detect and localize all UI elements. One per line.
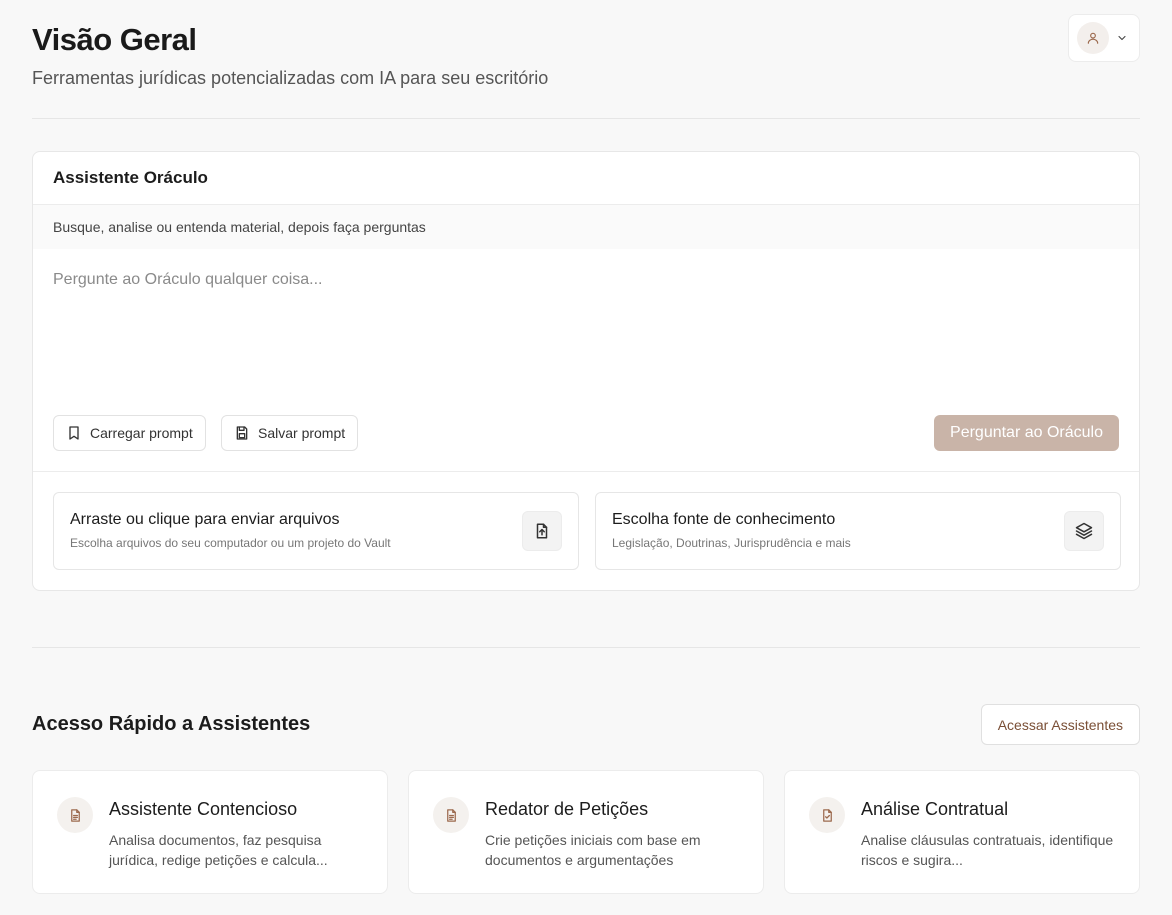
document-check-icon — [809, 797, 845, 833]
save-icon — [236, 426, 248, 440]
page-title: Visão Geral — [32, 22, 197, 57]
save-prompt-label: Salvar prompt — [258, 425, 346, 441]
save-prompt-button[interactable]: Salvar prompt — [221, 415, 359, 451]
upload-subtitle: Escolha arquivos do seu computador ou um… — [70, 536, 391, 550]
oracle-divider — [33, 471, 1139, 472]
load-prompt-label: Carregar prompt — [90, 425, 193, 441]
assistant-card-contencioso[interactable]: Assistente Contencioso Analisa documento… — [32, 770, 388, 894]
document-icon — [433, 797, 469, 833]
section-divider — [32, 647, 1140, 648]
assistant-card-title: Análise Contratual — [861, 799, 1009, 819]
oracle-assistant-panel: Assistente Oráculo Busque, analise ou en… — [32, 151, 1140, 591]
avatar — [1077, 22, 1109, 54]
assistant-card-title: Assistente Contencioso — [109, 799, 298, 819]
header-divider — [32, 118, 1140, 119]
user-icon — [1087, 32, 1099, 44]
oracle-title: Assistente Oráculo — [53, 168, 208, 187]
oracle-question-input[interactable] — [33, 249, 1139, 389]
access-assistants-button[interactable]: Acessar Assistentes — [980, 704, 1140, 745]
bookmark-icon — [69, 426, 79, 440]
knowledge-source-selector[interactable]: Escolha fonte de conhecimento Legislação… — [595, 492, 1121, 570]
ask-oracle-button[interactable]: Perguntar ao Oráculo — [934, 415, 1119, 451]
page-subtitle: Ferramentas jurídicas potencializadas co… — [32, 68, 549, 88]
file-upload-icon — [522, 511, 562, 551]
load-prompt-button[interactable]: Carregar prompt — [53, 415, 206, 451]
knowledge-subtitle: Legislação, Doutrinas, Jurisprudência e … — [612, 536, 851, 550]
document-icon — [57, 797, 93, 833]
quick-access-title: Acesso Rápido a Assistentes — [32, 713, 311, 735]
chevron-down-icon — [1115, 32, 1129, 44]
assistant-card-redator[interactable]: Redator de Petições Crie petições inicia… — [408, 770, 764, 894]
oracle-description: Busque, analise ou entenda material, dep… — [33, 205, 1139, 249]
assistant-card-description: Analise cláusulas contratuais, identifiq… — [861, 832, 1114, 868]
assistant-card-title: Redator de Petições — [485, 799, 649, 819]
file-upload-dropzone[interactable]: Arraste ou clique para enviar arquivos E… — [53, 492, 579, 570]
knowledge-title: Escolha fonte de conhecimento — [612, 511, 836, 528]
oracle-header: Assistente Oráculo — [33, 152, 1139, 205]
upload-title: Arraste ou clique para enviar arquivos — [70, 511, 340, 528]
user-menu-button[interactable] — [1068, 14, 1140, 62]
layers-icon — [1064, 511, 1104, 551]
assistant-card-analise-contratual[interactable]: Análise Contratual Analise cláusulas con… — [784, 770, 1140, 894]
assistant-card-description: Crie petições iniciais com base em docum… — [485, 832, 701, 868]
assistant-card-description: Analisa documentos, faz pesquisa jurídic… — [109, 832, 328, 868]
